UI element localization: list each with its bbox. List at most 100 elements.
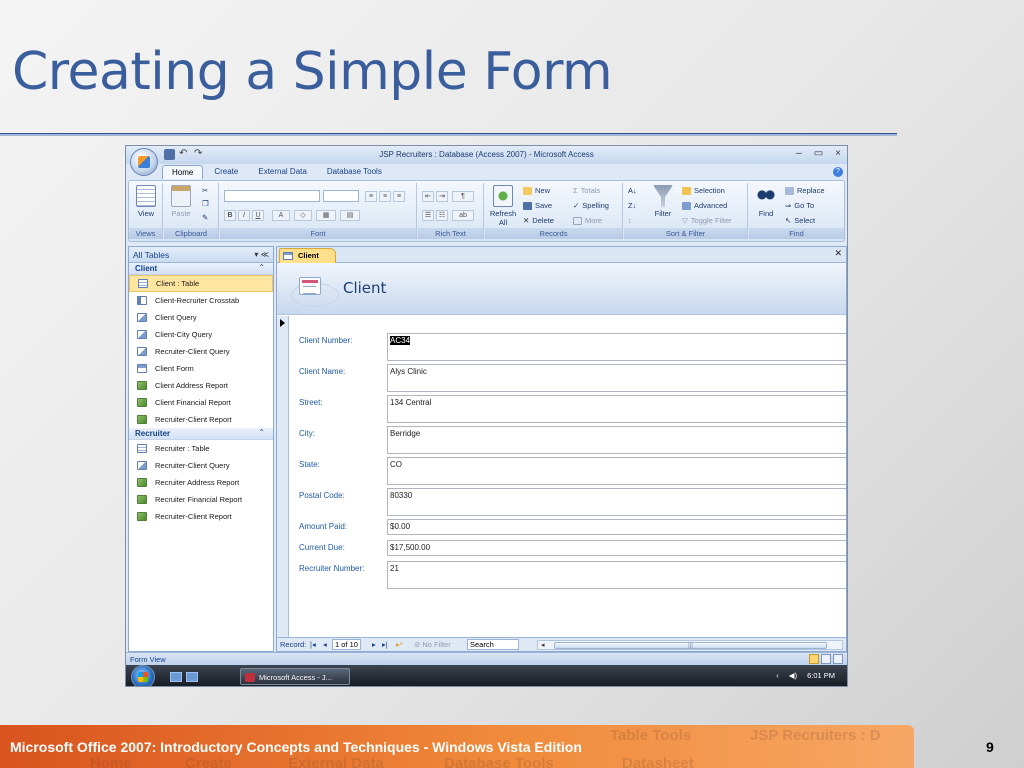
design-view-icon[interactable] xyxy=(833,654,843,664)
field-input[interactable]: 21 xyxy=(387,561,846,589)
select-button[interactable]: ↖ Select xyxy=(785,216,815,225)
font-name-combo[interactable] xyxy=(224,190,320,202)
nav-item[interactable]: Client Form xyxy=(129,360,273,377)
nav-item[interactable]: Client Query xyxy=(129,309,273,326)
view-button[interactable]: View xyxy=(131,185,161,218)
increase-indent-icon[interactable]: ⇥ xyxy=(436,191,448,202)
nav-item[interactable]: Recruiter : Table xyxy=(129,440,273,457)
toggle-filter-button[interactable]: ▽ Toggle Filter xyxy=(682,216,732,225)
last-record-button[interactable]: ▸| xyxy=(382,640,388,649)
scroll-thumb[interactable]: ||| xyxy=(554,642,827,649)
nav-item[interactable]: Client-City Query xyxy=(129,326,273,343)
field-input[interactable]: 80330 xyxy=(387,488,846,516)
start-button[interactable] xyxy=(131,665,155,686)
taskbar-access-button[interactable]: Microsoft Access - J... xyxy=(240,668,350,685)
fill-color-icon[interactable]: ◇ xyxy=(294,210,312,221)
tab-create[interactable]: Create xyxy=(205,165,247,179)
paste-button[interactable]: Paste xyxy=(166,185,196,218)
restore-button[interactable]: ▭ xyxy=(814,148,823,159)
form-view-icon[interactable] xyxy=(809,654,819,664)
nav-item[interactable]: Recruiter-Client Query xyxy=(129,343,273,360)
bullets-icon[interactable]: ☰ xyxy=(422,210,434,221)
sort-ascending-icon[interactable]: A↓ xyxy=(628,186,637,195)
next-record-button[interactable]: ▸ xyxy=(372,640,376,649)
cut-icon[interactable]: ✂ xyxy=(202,186,208,195)
field-input[interactable]: CO xyxy=(387,457,846,485)
filter-button[interactable]: Filter xyxy=(648,185,678,218)
nav-group-header[interactable]: Client ⌃ xyxy=(129,263,273,275)
spelling-button[interactable]: ✓ Spelling xyxy=(573,201,609,210)
copy-icon[interactable]: ❐ xyxy=(202,199,209,208)
tab-database-tools[interactable]: Database Tools xyxy=(318,165,391,179)
field-input[interactable]: AC34 xyxy=(387,333,846,361)
clock[interactable]: 6:01 PM xyxy=(807,671,835,680)
previous-record-button[interactable]: ◂ xyxy=(323,640,327,649)
tray-arrow-icon[interactable]: ‹ xyxy=(776,671,779,680)
collapse-group-icon[interactable]: ⌃ xyxy=(258,428,265,437)
selection-button[interactable]: Selection xyxy=(682,186,725,195)
show-desktop-icon[interactable] xyxy=(170,672,182,682)
align-center-icon[interactable]: ≡ xyxy=(379,191,391,202)
text-direction-icon[interactable]: ¶ xyxy=(452,191,474,202)
sort-descending-icon[interactable]: Z↓ xyxy=(628,201,636,210)
alternate-fill-icon[interactable]: ▤ xyxy=(340,210,360,221)
no-filter-indicator[interactable]: ⊘ No Filter xyxy=(414,640,451,649)
scroll-left-icon[interactable]: ◂ xyxy=(541,641,545,649)
underline-button[interactable]: U xyxy=(252,210,264,221)
collapse-group-icon[interactable]: ⌃ xyxy=(258,263,265,272)
nav-item[interactable]: Recruiter-Client Report xyxy=(129,508,273,525)
go-to-button[interactable]: ⇒ Go To xyxy=(785,201,814,210)
nav-item[interactable]: Client : Table xyxy=(129,275,273,292)
nav-item[interactable]: Client-Recruiter Crosstab xyxy=(129,292,273,309)
nav-item[interactable]: Recruiter-Client Report xyxy=(129,411,273,428)
font-color-icon[interactable]: A xyxy=(272,210,290,221)
nav-group-header[interactable]: Recruiter ⌃ xyxy=(129,428,273,440)
advanced-button[interactable]: Advanced xyxy=(682,201,727,210)
nav-pane-controls[interactable]: ▾ ≪ xyxy=(254,250,269,259)
field-input[interactable]: Alys Clinic xyxy=(387,364,846,392)
document-tab-client[interactable]: Client xyxy=(279,248,336,263)
nav-item[interactable]: Client Address Report xyxy=(129,377,273,394)
gridlines-icon[interactable]: ▦ xyxy=(316,210,336,221)
close-document-icon[interactable]: ✕ xyxy=(834,248,842,259)
totals-button[interactable]: Σ Totals xyxy=(573,186,600,195)
new-record-button[interactable]: New xyxy=(523,186,550,195)
numbering-icon[interactable]: ☷ xyxy=(436,210,448,221)
font-size-combo[interactable] xyxy=(323,190,359,202)
align-left-icon[interactable]: ≡ xyxy=(365,191,377,202)
tab-external-data[interactable]: External Data xyxy=(249,165,315,179)
nav-item[interactable]: Recruiter Address Report xyxy=(129,474,273,491)
field-input[interactable]: $17,500.00 xyxy=(387,540,846,556)
volume-icon[interactable]: ◀) xyxy=(789,671,797,680)
bold-button[interactable]: B xyxy=(224,210,236,221)
find-button[interactable]: Find xyxy=(751,185,781,218)
record-selector[interactable] xyxy=(277,316,289,637)
align-right-icon[interactable]: ≡ xyxy=(393,191,405,202)
first-record-button[interactable]: |◂ xyxy=(310,640,316,649)
current-record-box[interactable]: 1 of 10 xyxy=(332,639,361,650)
nav-pane-header[interactable]: All Tables ▾ ≪ xyxy=(129,247,273,263)
switch-windows-icon[interactable] xyxy=(186,672,198,682)
field-input[interactable]: 134 Central xyxy=(387,395,846,423)
minimize-button[interactable]: – xyxy=(796,148,802,159)
layout-view-icon[interactable] xyxy=(821,654,831,664)
italic-button[interactable]: I xyxy=(238,210,250,221)
decrease-indent-icon[interactable]: ⇤ xyxy=(422,191,434,202)
format-painter-icon[interactable]: ✎ xyxy=(202,213,208,222)
refresh-all-button[interactable]: Refresh All xyxy=(487,185,519,227)
clear-sort-icon[interactable]: ↕ xyxy=(628,216,632,225)
search-box[interactable]: Search xyxy=(467,639,519,650)
nav-item[interactable]: Recruiter-Client Query xyxy=(129,457,273,474)
horizontal-scrollbar[interactable]: ◂ ||| xyxy=(537,640,843,650)
delete-record-button[interactable]: ✕ Delete xyxy=(523,216,554,225)
replace-button[interactable]: Replace xyxy=(785,186,825,195)
office-button[interactable] xyxy=(130,148,158,176)
tab-home[interactable]: Home xyxy=(162,165,204,179)
highlight-icon[interactable]: ab xyxy=(452,210,474,221)
close-button[interactable]: × xyxy=(835,148,841,159)
help-icon[interactable]: ? xyxy=(833,167,843,177)
nav-item[interactable]: Recruiter Financial Report xyxy=(129,491,273,508)
new-record-nav-button[interactable]: ▸* xyxy=(396,640,403,649)
field-input[interactable]: $0.00 xyxy=(387,519,846,535)
more-button[interactable]: More xyxy=(573,216,602,225)
